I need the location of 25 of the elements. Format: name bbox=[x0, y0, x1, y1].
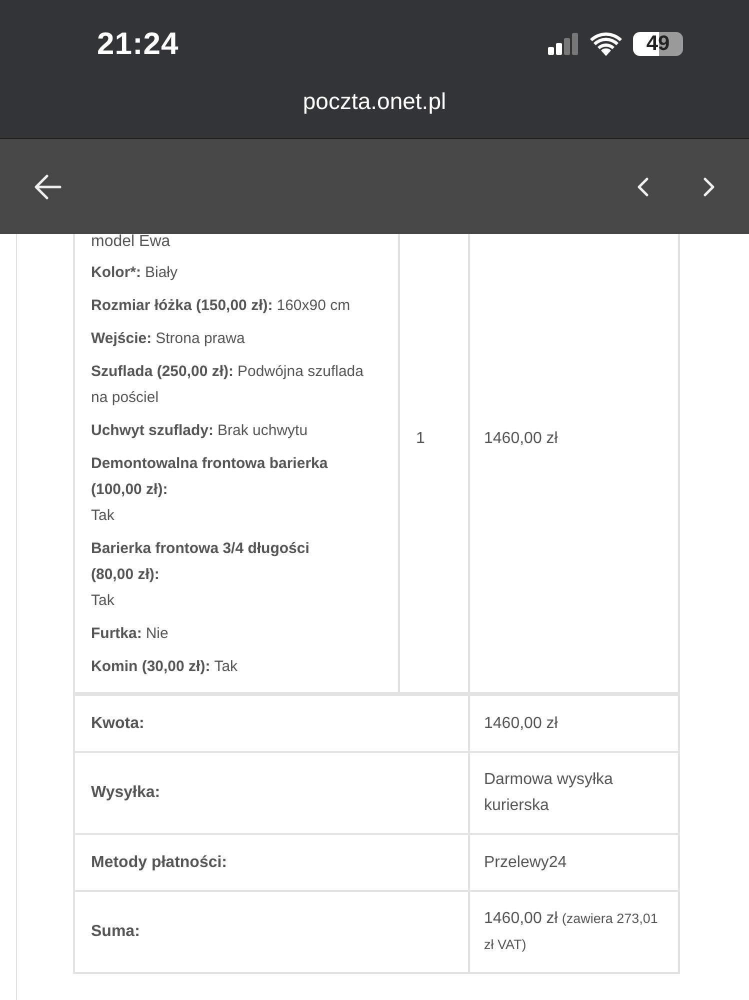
option-line: Szuflada (250,00 zł): Podwójna szuflada na pościel bbox=[91, 362, 364, 408]
option-line: Uchwyt szuflady: Brak uchwytu bbox=[91, 421, 309, 441]
url-text: poczta.onet.pl bbox=[302, 88, 446, 115]
product-name: model Ewa bbox=[91, 234, 172, 250]
battery-indicator: 49 bbox=[633, 32, 683, 56]
total-value: 1460,00 zł (zawiera 273,01 zł VAT) bbox=[483, 909, 659, 954]
total-label: Metody płatności: bbox=[75, 835, 470, 890]
total-label: Kwota: bbox=[75, 696, 470, 751]
option-line: Furtka: Nie bbox=[91, 624, 170, 644]
total-value: Przelewy24 bbox=[483, 852, 568, 872]
option-line: Kolor*: Biały bbox=[91, 263, 179, 283]
option-line: Komin (30,00 zł): Tak bbox=[91, 657, 239, 677]
signal-icon bbox=[548, 33, 579, 55]
option-line: Demontowalna frontowa barierka (100,00 zł): Tak bbox=[91, 454, 329, 526]
option-line: Wejście: Strona prawa bbox=[91, 329, 246, 349]
total-label: Suma: bbox=[75, 892, 470, 972]
option-line: Rozmiar łóżka (150,00 zł): 160x90 cm bbox=[91, 296, 352, 316]
total-value: 1460,00 zł bbox=[483, 714, 559, 734]
total-value: Darmowa wysyłka kurierska bbox=[483, 770, 614, 816]
total-label: Wysyłka: bbox=[75, 753, 470, 833]
status-time: 21:24 bbox=[97, 26, 179, 62]
quantity-cell: 1 bbox=[400, 234, 470, 692]
price-cell-text: 1460,00 zł bbox=[483, 429, 559, 449]
wifi-icon bbox=[590, 32, 622, 56]
option-line: Barierka frontowa 3/4 długości (80,00 zł): Tak bbox=[91, 539, 310, 611]
